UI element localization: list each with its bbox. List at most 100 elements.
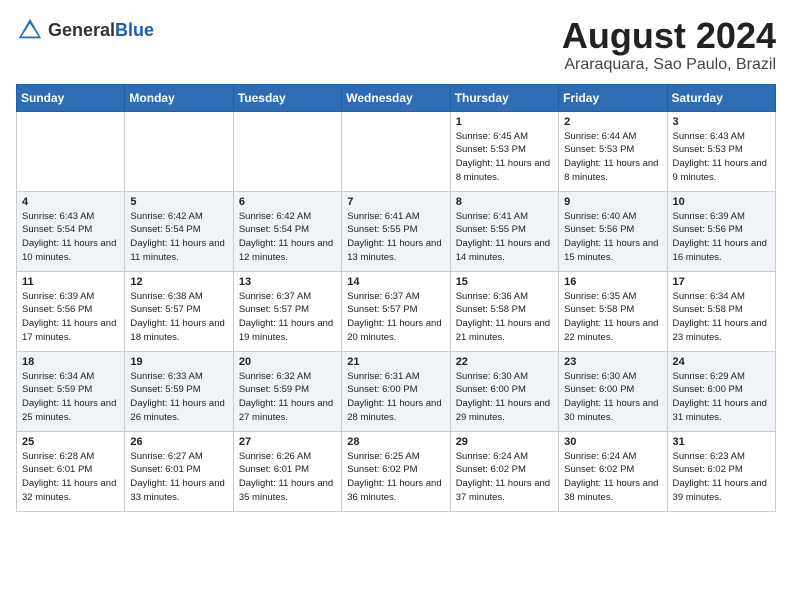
logo: GeneralBlue [16, 16, 154, 44]
day-info-8: Sunrise: 6:41 AM Sunset: 5:55 PM Dayligh… [456, 210, 553, 265]
day-number-23: 23 [564, 356, 661, 368]
day-info-15: Sunrise: 6:36 AM Sunset: 5:58 PM Dayligh… [456, 290, 553, 345]
day-cell-10: 10Sunrise: 6:39 AM Sunset: 5:56 PM Dayli… [667, 191, 775, 271]
weekday-header-tuesday: Tuesday [233, 84, 341, 111]
day-cell-1: 1 Sunrise: 6:45 AM Sunset: 5:53 PM Daylig… [450, 111, 558, 191]
day-number-20: 20 [239, 356, 336, 368]
day-number-1: 1 [456, 116, 553, 128]
day-number-25: 25 [22, 436, 119, 448]
day-info-30: Sunrise: 6:24 AM Sunset: 6:02 PM Dayligh… [564, 450, 661, 505]
day-number-29: 29 [456, 436, 553, 448]
day-info-24: Sunrise: 6:29 AM Sunset: 6:00 PM Dayligh… [673, 370, 770, 425]
day-number-6: 6 [239, 196, 336, 208]
day-info-16: Sunrise: 6:35 AM Sunset: 5:58 PM Dayligh… [564, 290, 661, 345]
day-cell-3: 3Sunrise: 6:43 AM Sunset: 5:53 PM Daylig… [667, 111, 775, 191]
day-cell-13: 13Sunrise: 6:37 AM Sunset: 5:57 PM Dayli… [233, 271, 341, 351]
day-info-7: Sunrise: 6:41 AM Sunset: 5:55 PM Dayligh… [347, 210, 444, 265]
day-info-2: Sunrise: 6:44 AM Sunset: 5:53 PM Dayligh… [564, 130, 661, 185]
week-row-3: 11Sunrise: 6:39 AM Sunset: 5:56 PM Dayli… [17, 271, 776, 351]
day-cell-22: 22 Sunrise: 6:30 AM Sunset: 6:00 PM Dayli… [450, 351, 558, 431]
day-info-14: Sunrise: 6:37 AM Sunset: 5:57 PM Dayligh… [347, 290, 444, 345]
empty-cell [125, 111, 233, 191]
day-number-4: 4 [22, 196, 119, 208]
day-number-26: 26 [130, 436, 227, 448]
day-cell-2: 2 Sunrise: 6:44 AM Sunset: 5:53 PM Daylig… [559, 111, 667, 191]
day-number-3: 3 [673, 116, 770, 128]
day-number-7: 7 [347, 196, 444, 208]
empty-cell [17, 111, 125, 191]
day-cell-17: 17 Sunrise: 6:34 AM Sunset: 5:58 PM Dayli… [667, 271, 775, 351]
day-info-4: Sunrise: 6:43 AM Sunset: 5:54 PM Dayligh… [22, 210, 119, 265]
day-cell-5: 5Sunrise: 6:42 AM Sunset: 5:54 PM Daylig… [125, 191, 233, 271]
day-info-29: Sunrise: 6:24 AM Sunset: 6:02 PM Dayligh… [456, 450, 553, 505]
day-cell-23: 23 Sunrise: 6:30 AM Sunset: 6:00 PM Dayli… [559, 351, 667, 431]
day-cell-21: 21Sunrise: 6:31 AM Sunset: 6:00 PM Dayli… [342, 351, 450, 431]
day-info-13: Sunrise: 6:37 AM Sunset: 5:57 PM Dayligh… [239, 290, 336, 345]
day-number-18: 18 [22, 356, 119, 368]
day-cell-9: 9Sunrise: 6:40 AM Sunset: 5:56 PM Daylig… [559, 191, 667, 271]
empty-cell [233, 111, 341, 191]
day-info-12: Sunrise: 6:38 AM Sunset: 5:57 PM Dayligh… [130, 290, 227, 345]
day-number-28: 28 [347, 436, 444, 448]
day-number-27: 27 [239, 436, 336, 448]
day-number-17: 17 [673, 276, 770, 288]
day-number-24: 24 [673, 356, 770, 368]
day-info-20: Sunrise: 6:32 AM Sunset: 5:59 PM Dayligh… [239, 370, 336, 425]
week-row-4: 18 Sunrise: 6:34 AM Sunset: 5:59 PM Dayli… [17, 351, 776, 431]
logo-icon [16, 16, 44, 44]
day-number-22: 22 [456, 356, 553, 368]
day-cell-28: 28 Sunrise: 6:25 AM Sunset: 6:02 PM Dayli… [342, 431, 450, 511]
day-cell-11: 11Sunrise: 6:39 AM Sunset: 5:56 PM Dayli… [17, 271, 125, 351]
day-info-23: Sunrise: 6:30 AM Sunset: 6:00 PM Dayligh… [564, 370, 661, 425]
empty-cell [342, 111, 450, 191]
day-info-19: Sunrise: 6:33 AM Sunset: 5:59 PM Dayligh… [130, 370, 227, 425]
day-number-16: 16 [564, 276, 661, 288]
logo-text-general: General [48, 20, 115, 40]
calendar-table: SundayMondayTuesdayWednesdayThursdayFrid… [16, 84, 776, 512]
day-cell-7: 7 Sunrise: 6:41 AM Sunset: 5:55 PM Daylig… [342, 191, 450, 271]
day-cell-8: 8 Sunrise: 6:41 AM Sunset: 5:55 PM Daylig… [450, 191, 558, 271]
weekday-header-sunday: Sunday [17, 84, 125, 111]
day-number-30: 30 [564, 436, 661, 448]
location-title: Araraquara, Sao Paulo, Brazil [562, 56, 776, 74]
day-cell-31: 31 Sunrise: 6:23 AM Sunset: 6:02 PM Dayli… [667, 431, 775, 511]
day-cell-30: 30 Sunrise: 6:24 AM Sunset: 6:02 PM Dayli… [559, 431, 667, 511]
day-cell-12: 12 Sunrise: 6:38 AM Sunset: 5:57 PM Dayli… [125, 271, 233, 351]
day-cell-4: 4 Sunrise: 6:43 AM Sunset: 5:54 PM Daylig… [17, 191, 125, 271]
month-title: August 2024 [562, 16, 776, 56]
week-row-1: 1 Sunrise: 6:45 AM Sunset: 5:53 PM Daylig… [17, 111, 776, 191]
day-cell-16: 16 Sunrise: 6:35 AM Sunset: 5:58 PM Dayli… [559, 271, 667, 351]
day-cell-29: 29 Sunrise: 6:24 AM Sunset: 6:02 PM Dayli… [450, 431, 558, 511]
day-number-31: 31 [673, 436, 770, 448]
day-info-10: Sunrise: 6:39 AM Sunset: 5:56 PM Dayligh… [673, 210, 770, 265]
day-number-12: 12 [130, 276, 227, 288]
day-number-19: 19 [130, 356, 227, 368]
weekday-header-saturday: Saturday [667, 84, 775, 111]
weekday-header-monday: Monday [125, 84, 233, 111]
day-info-22: Sunrise: 6:30 AM Sunset: 6:00 PM Dayligh… [456, 370, 553, 425]
day-number-8: 8 [456, 196, 553, 208]
logo-text-blue: Blue [115, 20, 154, 40]
day-info-1: Sunrise: 6:45 AM Sunset: 5:53 PM Dayligh… [456, 130, 553, 185]
day-cell-26: 26 Sunrise: 6:27 AM Sunset: 6:01 PM Dayli… [125, 431, 233, 511]
day-cell-24: 24 Sunrise: 6:29 AM Sunset: 6:00 PM Dayli… [667, 351, 775, 431]
day-number-14: 14 [347, 276, 444, 288]
day-number-2: 2 [564, 116, 661, 128]
day-cell-6: 6Sunrise: 6:42 AM Sunset: 5:54 PM Daylig… [233, 191, 341, 271]
day-cell-18: 18 Sunrise: 6:34 AM Sunset: 5:59 PM Dayli… [17, 351, 125, 431]
day-number-11: 11 [22, 276, 119, 288]
day-info-26: Sunrise: 6:27 AM Sunset: 6:01 PM Dayligh… [130, 450, 227, 505]
day-cell-20: 20 Sunrise: 6:32 AM Sunset: 5:59 PM Dayli… [233, 351, 341, 431]
day-cell-19: 19 Sunrise: 6:33 AM Sunset: 5:59 PM Dayli… [125, 351, 233, 431]
day-info-28: Sunrise: 6:25 AM Sunset: 6:02 PM Dayligh… [347, 450, 444, 505]
day-info-18: Sunrise: 6:34 AM Sunset: 5:59 PM Dayligh… [22, 370, 119, 425]
title-block: August 2024 Araraquara, Sao Paulo, Brazi… [562, 16, 776, 74]
day-info-25: Sunrise: 6:28 AM Sunset: 6:01 PM Dayligh… [22, 450, 119, 505]
weekday-header-thursday: Thursday [450, 84, 558, 111]
day-info-9: Sunrise: 6:40 AM Sunset: 5:56 PM Dayligh… [564, 210, 661, 265]
day-info-31: Sunrise: 6:23 AM Sunset: 6:02 PM Dayligh… [673, 450, 770, 505]
day-info-17: Sunrise: 6:34 AM Sunset: 5:58 PM Dayligh… [673, 290, 770, 345]
weekday-header-friday: Friday [559, 84, 667, 111]
day-number-15: 15 [456, 276, 553, 288]
weekday-header-row: SundayMondayTuesdayWednesdayThursdayFrid… [17, 84, 776, 111]
